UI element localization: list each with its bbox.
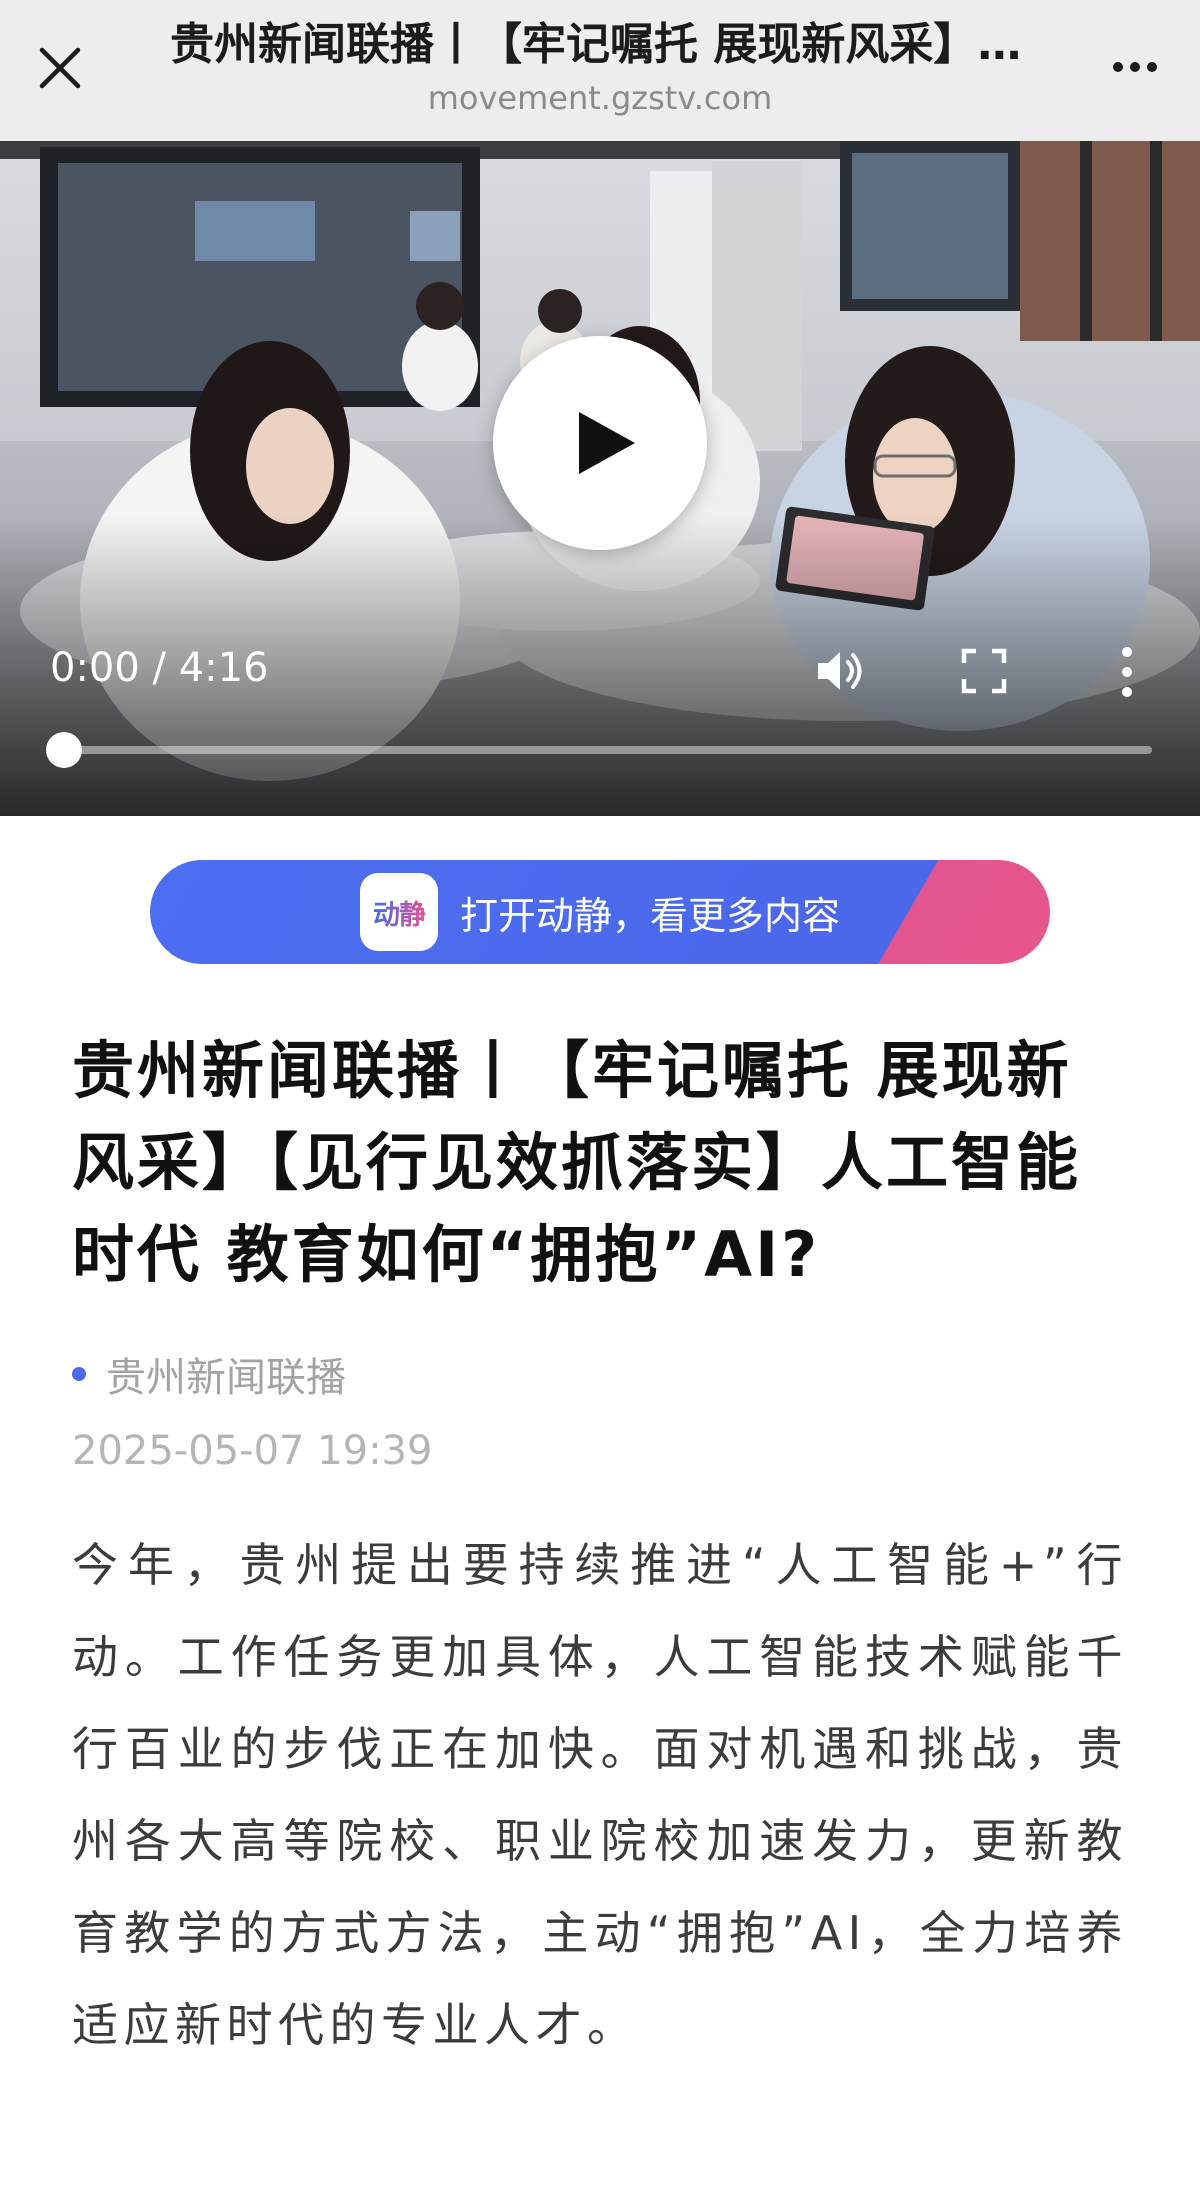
title-area: 贵州新闻联播丨【牢记嘱托 展现新风采】【见行见效抓落实】人工智能时代 教育如何“… [150,14,1050,124]
article-body: 今年，贵州提出要持续推进“人工智能+”行动。工作任务更加具体，人工智能技术赋能千… [72,1538,1128,2052]
publish-time: 2025-05-07 19:39 [72,1428,433,1474]
source-dot-icon [72,1367,86,1381]
play-icon [579,412,635,474]
more-vertical-icon-dot [1122,647,1132,657]
more-horizontal-icon-dot [1147,62,1157,72]
top-navigation-bar: 贵州新闻联播丨【牢记嘱托 展现新风采】【见行见效抓落实】人工智能时代 教育如何“… [0,0,1200,141]
more-horizontal-icon-dot [1113,62,1123,72]
video-more-button[interactable] [1112,647,1142,697]
more-options-button[interactable] [1100,42,1170,92]
fullscreen-icon[interactable] [958,645,1010,697]
volume-icon[interactable] [812,643,868,699]
video-progress-bar[interactable] [64,746,1152,754]
more-horizontal-icon-dot [1130,62,1140,72]
page-title: 贵州新闻联播丨【牢记嘱托 展现新风采】【见行见效抓落实】人工智能时代 教育如何“… [170,19,1050,70]
close-icon [39,47,81,89]
open-app-banner[interactable]: 动静 打开动静，看更多内容 [150,860,1050,964]
app-logo-text: 动静 [373,893,426,932]
play-button[interactable] [493,336,707,550]
app-logo: 动静 [359,873,438,951]
video-player[interactable]: 0:00 / 4:16 [0,141,1200,816]
article-source[interactable]: 贵州新闻联播 [72,1346,346,1402]
page-url: movement.gzstv.com [427,79,773,117]
video-time: 0:00 / 4:16 [50,645,269,691]
article-title: 贵州新闻联播丨【牢记嘱托 展现新风采】【见行见效抓落实】人工智能时代 教育如何“… [72,1034,1082,1291]
source-name[interactable]: 贵州新闻联播 [106,1345,346,1403]
more-vertical-icon-dot [1122,687,1132,697]
video-progress-handle[interactable] [46,732,82,768]
more-vertical-icon-dot [1122,667,1132,677]
open-app-label: 打开动静，看更多内容 [459,893,840,938]
close-button[interactable] [30,38,90,98]
